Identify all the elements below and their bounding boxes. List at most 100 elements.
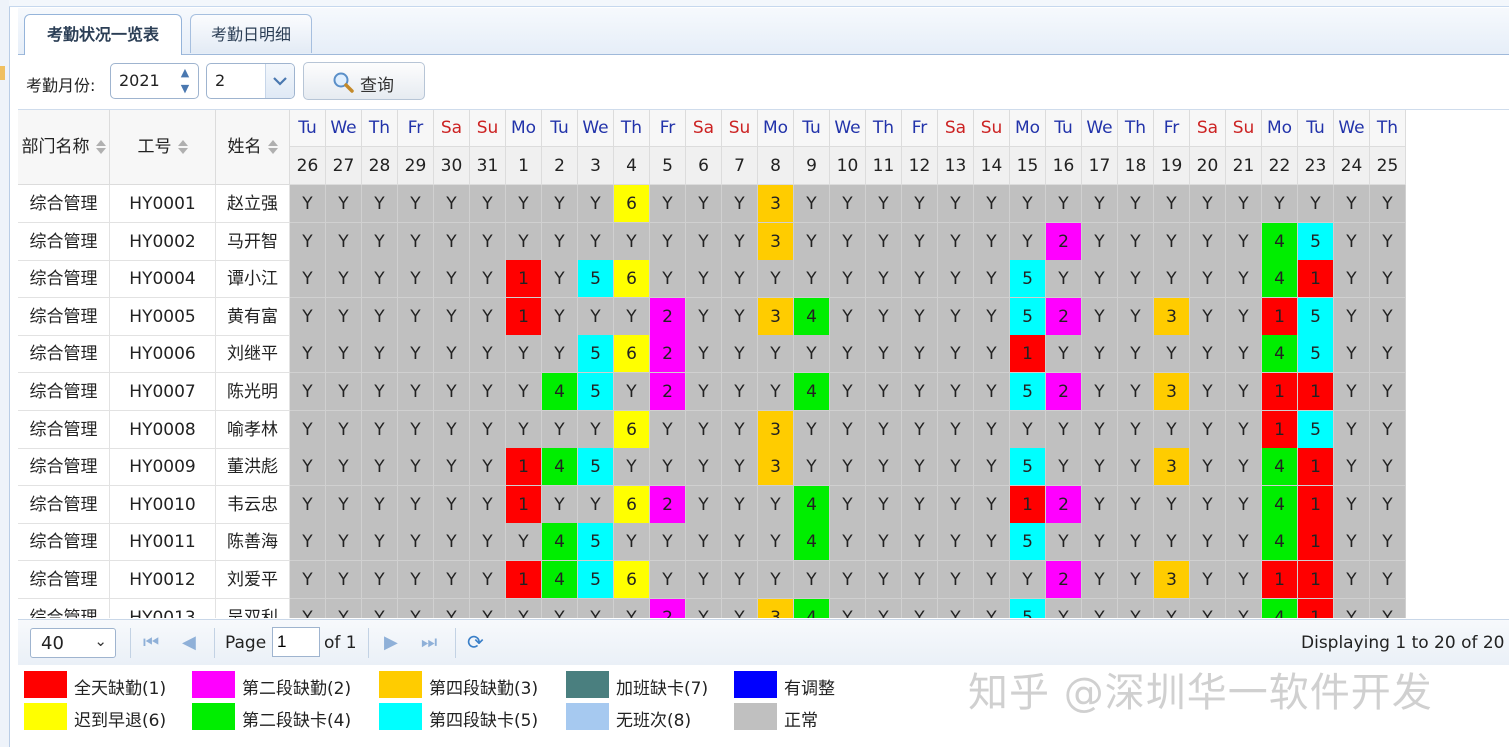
attendance-cell[interactable]: 6 [614, 485, 650, 524]
attendance-cell[interactable]: Y [290, 523, 326, 562]
attendance-cell[interactable]: Y [326, 373, 362, 411]
attendance-cell[interactable]: Y [470, 448, 506, 487]
attendance-cell[interactable]: Y [1226, 485, 1262, 524]
attendance-cell[interactable]: Y [1190, 523, 1226, 562]
attendance-cell[interactable]: Y [398, 410, 434, 449]
attendance-cell[interactable]: Y [470, 561, 506, 599]
attendance-cell[interactable]: Y [362, 598, 398, 618]
attendance-cell[interactable]: Y [866, 185, 902, 223]
attendance-cell[interactable]: Y [290, 185, 326, 223]
attendance-cell[interactable]: 4 [1262, 598, 1298, 618]
attendance-cell[interactable]: Y [1370, 297, 1406, 336]
attendance-cell[interactable]: 6 [614, 185, 650, 223]
attendance-cell[interactable]: Y [758, 485, 794, 524]
attendance-cell[interactable]: Y [326, 335, 362, 374]
attendance-cell[interactable]: Y [794, 185, 830, 223]
attendance-cell[interactable]: 1 [1298, 485, 1334, 524]
attendance-cell[interactable]: Y [542, 335, 578, 374]
attendance-cell[interactable]: 3 [758, 222, 794, 261]
attendance-cell[interactable]: Y [614, 598, 650, 618]
attendance-cell[interactable]: Y [794, 222, 830, 261]
attendance-cell[interactable]: Y [578, 185, 614, 223]
attendance-cell[interactable]: 3 [1154, 297, 1190, 336]
attendance-cell[interactable]: 1 [1010, 485, 1046, 524]
attendance-cell[interactable]: Y [470, 297, 506, 336]
attendance-cell[interactable]: Y [1118, 485, 1154, 524]
attendance-cell[interactable]: Y [1334, 222, 1370, 261]
attendance-cell[interactable]: Y [974, 222, 1010, 261]
attendance-cell[interactable]: Y [902, 185, 938, 223]
attendance-cell[interactable]: Y [686, 185, 722, 223]
attendance-cell[interactable]: Y [722, 373, 758, 411]
page-size-value[interactable]: 40 [41, 633, 64, 654]
attendance-cell[interactable]: Y [1118, 448, 1154, 487]
table-row[interactable]: 综合管理 HY0009 董洪彪 Y Y Y Y Y Y 1 4 5 Y Y Y Y 3 Y Y Y Y Y Y 5 Y Y Y 3 Y Y… [18, 448, 1406, 487]
attendance-cell[interactable]: Y [722, 185, 758, 223]
attendance-cell[interactable]: Y [1226, 335, 1262, 374]
attendance-cell[interactable]: 2 [650, 485, 686, 524]
attendance-cell[interactable]: Y [434, 222, 470, 261]
attendance-cell[interactable]: Y [1154, 598, 1190, 618]
attendance-cell[interactable]: Y [1262, 185, 1298, 223]
attendance-cell[interactable]: Y [362, 561, 398, 599]
attendance-cell[interactable]: Y [830, 485, 866, 524]
attendance-cell[interactable]: Y [1334, 373, 1370, 411]
attendance-cell[interactable]: Y [902, 561, 938, 599]
attendance-cell[interactable]: Y [866, 373, 902, 411]
attendance-cell[interactable]: Y [1190, 598, 1226, 618]
attendance-cell[interactable]: Y [1226, 222, 1262, 261]
attendance-cell[interactable]: Y [506, 410, 542, 449]
attendance-cell[interactable]: Y [1190, 185, 1226, 223]
attendance-cell[interactable]: Y [1226, 598, 1262, 618]
attendance-cell[interactable]: Y [506, 222, 542, 261]
attendance-cell[interactable]: Y [974, 561, 1010, 599]
table-row[interactable]: 综合管理 HY0012 刘爱平 Y Y Y Y Y Y 1 4 5 6 Y Y Y Y Y Y Y Y Y Y Y 2 Y Y 3 Y Y… [18, 561, 1406, 599]
attendance-cell[interactable]: Y [1082, 297, 1118, 336]
attendance-cell[interactable]: 2 [1046, 373, 1082, 411]
attendance-cell[interactable]: 2 [650, 297, 686, 336]
attendance-cell[interactable]: 4 [1262, 335, 1298, 374]
year-value[interactable]: 2021 [119, 71, 160, 90]
attendance-cell[interactable]: Y [1226, 448, 1262, 487]
attendance-cell[interactable]: Y [1334, 297, 1370, 336]
attendance-cell[interactable]: Y [938, 297, 974, 336]
attendance-cell[interactable]: Y [830, 373, 866, 411]
attendance-cell[interactable]: Y [1118, 335, 1154, 374]
table-row[interactable]: 综合管理 HY0007 陈光明 Y Y Y Y Y Y Y 4 5 Y 2 Y Y Y 4 Y Y Y Y Y 5 2 Y Y 3 Y Y… [18, 373, 1406, 411]
attendance-cell[interactable]: Y [1334, 185, 1370, 223]
attendance-cell[interactable]: Y [290, 410, 326, 449]
attendance-cell[interactable]: Y [1334, 485, 1370, 524]
attendance-cell[interactable]: Y [866, 260, 902, 299]
attendance-cell[interactable]: Y [1334, 598, 1370, 618]
attendance-cell[interactable]: Y [1154, 260, 1190, 299]
attendance-cell[interactable]: Y [398, 561, 434, 599]
attendance-cell[interactable]: Y [1370, 185, 1406, 223]
attendance-cell[interactable]: Y [794, 448, 830, 487]
attendance-cell[interactable]: Y [326, 222, 362, 261]
attendance-cell[interactable]: Y [974, 185, 1010, 223]
attendance-cell[interactable]: Y [1118, 561, 1154, 599]
attendance-cell[interactable]: 1 [1262, 410, 1298, 449]
attendance-cell[interactable]: Y [722, 523, 758, 562]
attendance-cell[interactable]: Y [1190, 297, 1226, 336]
next-page-icon[interactable]: ▶ [384, 632, 398, 653]
first-page-icon[interactable]: ⏮ [143, 632, 159, 653]
attendance-cell[interactable]: Y [938, 373, 974, 411]
attendance-cell[interactable]: Y [542, 222, 578, 261]
attendance-cell[interactable]: Y [470, 222, 506, 261]
attendance-cell[interactable]: Y [938, 561, 974, 599]
attendance-cell[interactable]: Y [1334, 448, 1370, 487]
attendance-cell[interactable]: Y [758, 260, 794, 299]
attendance-cell[interactable]: 3 [758, 410, 794, 449]
attendance-cell[interactable]: Y [542, 410, 578, 449]
attendance-cell[interactable]: Y [830, 561, 866, 599]
attendance-cell[interactable]: 5 [578, 335, 614, 374]
attendance-cell[interactable]: 5 [578, 373, 614, 411]
attendance-cell[interactable]: Y [1370, 561, 1406, 599]
attendance-cell[interactable]: Y [686, 523, 722, 562]
attendance-cell[interactable]: Y [1082, 448, 1118, 487]
attendance-cell[interactable]: Y [614, 297, 650, 336]
attendance-cell[interactable]: Y [866, 523, 902, 562]
attendance-cell[interactable]: Y [542, 185, 578, 223]
attendance-cell[interactable]: Y [1046, 335, 1082, 374]
